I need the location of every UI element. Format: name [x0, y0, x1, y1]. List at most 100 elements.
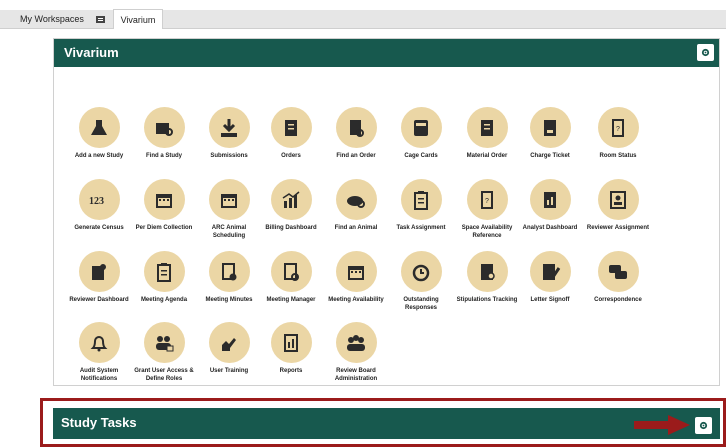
tab-my-workspaces[interactable]: My Workspaces — [6, 10, 110, 28]
tab-my-workspaces-label: My Workspaces — [20, 14, 84, 24]
tile-label: Meeting Agenda — [140, 297, 188, 303]
badge-icon — [610, 190, 626, 209]
tile-label: Stipulations Tracking — [456, 297, 518, 303]
workspace-tab-bar: My Workspaces Vivarium — [0, 0, 726, 29]
tile-label: Reports — [279, 368, 303, 374]
tile-icon-circle — [270, 179, 312, 220]
tile-arc-animal-scheduling[interactable]: ARC Animal Scheduling — [196, 179, 262, 240]
tile-label: Meeting Availability — [328, 297, 384, 303]
svg-text:?: ? — [485, 198, 489, 205]
tile-label: Meeting Manager — [266, 297, 316, 303]
group-icon — [347, 334, 365, 351]
tile-material-order[interactable]: Material Order — [454, 107, 520, 160]
tile-reviewer-dashboard[interactable]: Reviewer Dashboard — [66, 251, 132, 304]
tile-icon-circle — [597, 179, 639, 220]
calendar-icon — [221, 193, 237, 208]
tile-generate-census[interactable]: 123 Generate Census — [66, 179, 132, 232]
tile-icon-circle — [143, 107, 185, 148]
tab-vivarium[interactable]: Vivarium — [113, 9, 163, 29]
tile-per-diem-collection[interactable]: Per Diem Collection — [131, 179, 197, 232]
door-icon: ? — [481, 190, 493, 209]
tile-icon-circle — [529, 107, 571, 148]
tile-orders[interactable]: Orders — [258, 107, 324, 160]
documents-icon — [481, 119, 493, 136]
tile-letter-signoff[interactable]: Letter Signoff — [517, 251, 583, 304]
clipboard-icon — [414, 190, 428, 210]
tile-label: Grant User Access & Define Roles — [134, 368, 194, 382]
tile-add-a-new-study[interactable]: Add a new Study — [66, 107, 132, 160]
gear-icon — [701, 48, 710, 57]
tile-find-a-study[interactable]: Find a Study — [131, 107, 197, 160]
tile-stipulations-tracking[interactable]: Stipulations Tracking — [454, 251, 520, 304]
tile-charge-ticket[interactable]: Charge Ticket — [517, 107, 583, 160]
tracking-icon — [481, 263, 495, 280]
tile-room-status[interactable]: ? Room Status — [585, 107, 651, 160]
tile-billing-dashboard[interactable]: Billing Dashboard — [258, 179, 324, 232]
tile-outstanding-responses[interactable]: Outstanding Responses — [388, 251, 454, 312]
calendar-icon — [348, 265, 364, 280]
arrow-icon — [634, 415, 690, 435]
tile-icon-circle — [143, 322, 185, 363]
tile-grant-user-access-and-define-roles[interactable]: Grant User Access & Define Roles — [131, 322, 197, 383]
workspace-menu-icon[interactable] — [95, 15, 105, 23]
pen-icon — [543, 263, 561, 280]
bell-icon — [90, 335, 108, 351]
manager-icon — [284, 262, 299, 281]
tile-label: Reviewer Dashboard — [69, 297, 129, 303]
tile-icon-circle — [208, 179, 250, 220]
tile-review-board-administration[interactable]: Review Board Administration — [323, 322, 389, 383]
alarm-icon — [412, 264, 430, 281]
tile-submissions[interactable]: Submissions — [196, 107, 262, 160]
tile-label: Charge Ticket — [530, 153, 570, 159]
ticket-icon — [544, 119, 556, 136]
tile-label: Meeting Minutes — [205, 297, 253, 303]
vivarium-panel: Vivarium Add a new Study Find a Study Subm… — [53, 38, 720, 386]
tile-reports[interactable]: Reports — [258, 322, 324, 375]
tile-user-training[interactable]: User Training — [196, 322, 262, 375]
tile-icon-circle: 123 — [78, 179, 120, 220]
tile-icon-circle — [270, 107, 312, 148]
card-icon — [414, 119, 428, 136]
tile-icon-circle — [143, 251, 185, 292]
tile-label: Orders — [281, 153, 301, 159]
tile-icon-circle — [78, 322, 120, 363]
tile-icon-circle — [529, 179, 571, 220]
tile-label: Material Order — [466, 153, 508, 159]
tile-icon-circle — [466, 251, 508, 292]
tile-correspondence[interactable]: Correspondence — [585, 251, 651, 304]
vivarium-panel-title: Vivarium — [64, 45, 119, 60]
gear-icon — [699, 421, 708, 430]
find-folder-icon — [156, 122, 173, 136]
tile-task-assignment[interactable]: Task Assignment — [388, 179, 454, 232]
tile-meeting-agenda[interactable]: Meeting Agenda — [131, 251, 197, 304]
tile-label: Letter Signoff — [530, 297, 570, 303]
training-icon — [222, 337, 236, 351]
analyst-icon — [544, 191, 556, 208]
reviewer-icon — [92, 263, 106, 280]
tile-find-an-animal[interactable]: Find an Animal — [323, 179, 389, 232]
tile-label: Audit System Notifications — [79, 368, 119, 382]
calendar-icon — [156, 193, 172, 208]
tile-cage-cards[interactable]: Cage Cards — [388, 107, 454, 160]
tile-meeting-manager[interactable]: Meeting Manager — [258, 251, 324, 304]
clipboard-icon — [157, 262, 171, 282]
tile-find-an-order[interactable]: Find an Order — [323, 107, 389, 160]
vivarium-panel-header: Vivarium — [54, 39, 719, 67]
tile-audit-system-notifications[interactable]: Audit System Notifications — [66, 322, 132, 383]
tile-icon-circle — [208, 322, 250, 363]
tile-meeting-availability[interactable]: Meeting Availability — [323, 251, 389, 304]
tile-label: Billing Dashboard — [265, 225, 317, 231]
chart-icon — [282, 190, 300, 208]
tile-icon-circle — [335, 251, 377, 292]
tile-label: Find a Study — [146, 153, 182, 159]
study-tasks-panel-title: Study Tasks — [61, 415, 137, 430]
report-icon — [284, 333, 298, 352]
tile-meeting-minutes[interactable]: Meeting Minutes — [196, 251, 262, 304]
tile-analyst-dashboard[interactable]: Analyst Dashboard — [517, 179, 583, 232]
tile-reviewer-assignment[interactable]: Reviewer Assignment — [585, 179, 651, 232]
tile-space-availability-reference[interactable]: ? Space Availability Reference — [454, 179, 520, 240]
study-tasks-settings-button[interactable] — [695, 417, 712, 434]
tile-icon-circle — [143, 179, 185, 220]
vivarium-settings-button[interactable] — [697, 44, 714, 61]
numbers-icon: 123 — [89, 196, 104, 207]
